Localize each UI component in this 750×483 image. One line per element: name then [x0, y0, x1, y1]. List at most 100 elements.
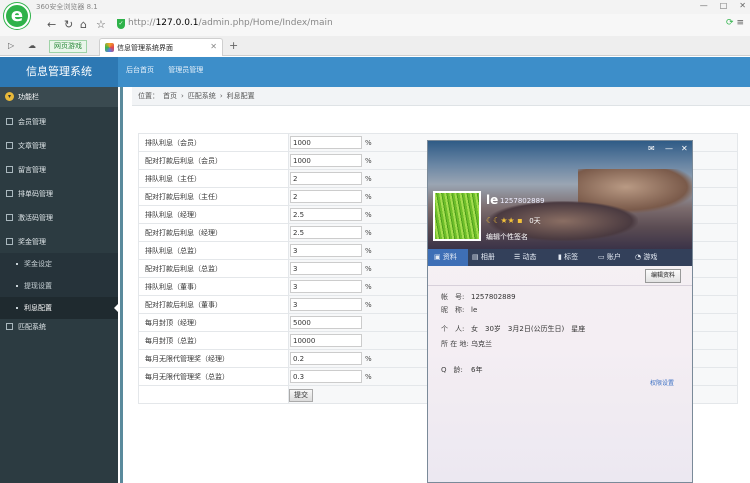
- unit-label: %: [365, 210, 372, 219]
- info-account: 帐 号: 1257802889: [441, 292, 516, 302]
- bullet-icon: [16, 307, 18, 309]
- sidebar-item-label: 匹配系统: [18, 323, 46, 331]
- brand-title: 信息管理系统: [0, 57, 118, 87]
- cloud-icon[interactable]: ☁: [28, 41, 36, 50]
- cap-input[interactable]: [290, 334, 362, 347]
- maximize-icon[interactable]: □: [720, 1, 728, 10]
- home-icon[interactable]: ⌂: [80, 18, 87, 31]
- window-controls: — □ ✕: [688, 1, 746, 10]
- sidebar-item-label: 排单码管理: [18, 190, 53, 198]
- tab-close-icon[interactable]: ✕: [210, 42, 217, 51]
- sidebar-toggle-icon[interactable]: ▷: [8, 41, 14, 50]
- interest-input[interactable]: [290, 190, 362, 203]
- tab-account[interactable]: ▭ 账户: [598, 249, 638, 266]
- minimize-popup-icon[interactable]: —: [665, 144, 673, 153]
- favorite-star-icon[interactable]: ☆: [96, 18, 106, 31]
- bookmark-game[interactable]: 网页游戏: [49, 40, 87, 53]
- field-label: 配对打款后利息（主任）: [138, 187, 289, 206]
- sidebar-item-label: 激活码管理: [18, 214, 53, 222]
- info-personal: 个 人: 女 30岁 3月2日(公历生日) 星座: [441, 324, 585, 334]
- tab-label: 标签: [564, 253, 579, 261]
- submit-button[interactable]: 提交: [289, 389, 313, 402]
- browser-tabbar: ▷ ☁ 网页游戏 信息管理系统界面 ✕ +: [0, 36, 750, 56]
- list-icon: [6, 238, 13, 245]
- browser-tab-active[interactable]: 信息管理系统界面 ✕: [99, 38, 223, 56]
- sidebar-item-queue-codes[interactable]: 排单码管理: [0, 182, 118, 206]
- info-value: 1257802889: [471, 293, 516, 301]
- breadcrumb-prefix: 位置：: [138, 92, 159, 100]
- breadcrumb-separator: ›: [181, 92, 184, 100]
- interest-input[interactable]: [290, 154, 362, 167]
- field-label: 配对打款后利息（经理）: [138, 223, 289, 242]
- interest-input[interactable]: [290, 226, 362, 239]
- edit-profile-button[interactable]: 编辑资料: [645, 269, 681, 283]
- topnav-admin[interactable]: 管理员管理: [168, 66, 203, 74]
- interest-input[interactable]: [290, 244, 362, 257]
- sidebar-sub-label: 奖金设定: [24, 260, 52, 268]
- tab-feed[interactable]: ☰ 动态: [514, 249, 554, 266]
- interest-input[interactable]: [290, 280, 362, 293]
- info-key: 帐 号:: [441, 293, 465, 301]
- bonus-input[interactable]: [290, 370, 362, 383]
- sidebar-sub-withdraw-settings[interactable]: 提现设置: [0, 275, 118, 297]
- field-label: 每月封顶（总监）: [138, 331, 289, 350]
- tab-profile[interactable]: ▣ 资料: [428, 249, 468, 266]
- breadcrumb-matching[interactable]: 匹配系统: [188, 92, 216, 100]
- interest-input[interactable]: [290, 208, 362, 221]
- field-label: 排队利息（董事）: [138, 277, 289, 296]
- sidebar-item-label: 留言管理: [18, 166, 46, 174]
- field-label: 每月无限代管理奖（经理）: [138, 349, 289, 368]
- cap-input[interactable]: [290, 316, 362, 329]
- close-window-icon[interactable]: ✕: [739, 1, 746, 10]
- sidebar-item-members[interactable]: 会员管理: [0, 110, 118, 134]
- refresh-icon[interactable]: ↻: [64, 18, 73, 31]
- back-icon[interactable]: ←: [47, 18, 56, 31]
- tab-tags[interactable]: ▮ 标签: [558, 249, 598, 266]
- breadcrumb-home[interactable]: 首页: [163, 92, 177, 100]
- tab-label: 游戏: [643, 253, 658, 261]
- sidebar-divider: [120, 87, 123, 483]
- interest-input[interactable]: [290, 298, 362, 311]
- address-bar[interactable]: http://127.0.0.1/admin.php/Home/Index/ma…: [128, 18, 333, 28]
- sidebar-item-label: 文章管理: [18, 142, 46, 150]
- signature-edit[interactable]: 编辑个性签名: [486, 232, 528, 242]
- unit-label: %: [365, 246, 372, 255]
- info-value: 乌克兰: [471, 340, 492, 348]
- unit-label: %: [365, 174, 372, 183]
- tab-album[interactable]: ▤ 相册: [472, 249, 512, 266]
- bonus-input[interactable]: [290, 352, 362, 365]
- topnav-home[interactable]: 后台首页: [126, 66, 154, 74]
- sidebar-toggle-circle-icon: ▾: [5, 92, 14, 101]
- security-shield-icon: ✓: [117, 19, 125, 29]
- sidebar-item-activation-codes[interactable]: 激活码管理: [0, 206, 118, 230]
- minimize-icon[interactable]: —: [700, 1, 708, 10]
- list-icon: [6, 166, 13, 173]
- close-popup-icon[interactable]: ✕: [681, 144, 688, 153]
- unit-label: %: [365, 228, 372, 237]
- privacy-settings-link[interactable]: 权限设置: [650, 378, 674, 387]
- sidebar-sub-bonus-settings[interactable]: 奖金设定: [0, 253, 118, 275]
- sidebar-item-messages[interactable]: 留言管理: [0, 158, 118, 182]
- sidebar-header[interactable]: ▾ 功能栏: [0, 87, 118, 107]
- field-label: 每月无限代管理奖（总监）: [138, 367, 289, 386]
- sidebar-item-bonus[interactable]: 奖金管理: [0, 230, 118, 254]
- tab-games[interactable]: ◔ 游戏: [635, 249, 675, 266]
- new-tab-icon[interactable]: +: [229, 39, 238, 52]
- info-key: 所 在 地:: [441, 340, 469, 348]
- list-icon: [6, 190, 13, 197]
- interest-input[interactable]: [290, 172, 362, 185]
- bullet-icon: [16, 263, 18, 265]
- list-icon: [6, 214, 13, 221]
- avatar[interactable]: [433, 191, 481, 241]
- interest-input[interactable]: [290, 136, 362, 149]
- top-nav: 后台首页 管理员管理: [126, 57, 215, 83]
- skin-icon[interactable]: ✉: [648, 144, 655, 153]
- sidebar-item-articles[interactable]: 文章管理: [0, 134, 118, 158]
- menu-icon[interactable]: ≡: [736, 18, 744, 28]
- field-label: 排队利息（总监）: [138, 241, 289, 260]
- sidebar-item-matching[interactable]: 匹配系统: [0, 315, 118, 339]
- field-label: 排队利息（经理）: [138, 205, 289, 224]
- sync-icon[interactable]: ⟳: [726, 18, 734, 28]
- unit-label: %: [365, 138, 372, 147]
- interest-input[interactable]: [290, 262, 362, 275]
